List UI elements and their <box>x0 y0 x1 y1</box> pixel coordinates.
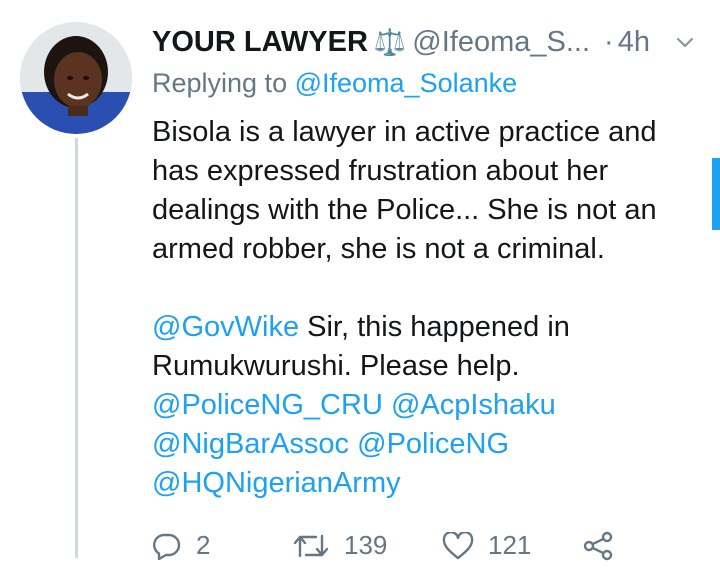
tweet-text-line: dealings with the Police... She is not a… <box>152 194 657 226</box>
chevron-down-icon[interactable] <box>674 31 696 53</box>
avatar[interactable] <box>20 22 132 134</box>
display-name[interactable]: YOUR LAWYER <box>152 26 368 59</box>
balance-scale-icon: ⚖️ <box>373 26 407 57</box>
heart-icon <box>442 531 474 560</box>
mention-link[interactable]: @GovWike <box>152 311 299 343</box>
replying-to-label: Replying to <box>152 68 288 98</box>
tweet-text-line: @PoliceNG_CRU @AcpIshaku <box>152 386 704 425</box>
tweet-actions: 2 139 121 <box>152 530 614 561</box>
mention-link[interactable]: @NigBarAssoc <box>152 428 349 460</box>
tweet-content: YOUR LAWYER ⚖️ @Ifeoma_S... · 4h Replyin… <box>152 22 704 503</box>
like-button[interactable]: 121 <box>442 530 582 561</box>
tweet-text-line: @NigBarAssoc @PoliceNG <box>152 425 704 464</box>
tweet-text-segment: Sir, this happened in <box>299 311 570 343</box>
tweet-text-line: Rumukwurushi. Please help. <box>152 350 520 382</box>
retweet-icon <box>292 532 330 560</box>
user-handle[interactable]: @Ifeoma_S... <box>412 26 590 59</box>
timestamp[interactable]: 4h <box>618 26 650 59</box>
separator-dot: · <box>604 25 614 58</box>
reply-button[interactable]: 2 <box>152 530 292 561</box>
replying-to: Replying to @Ifeoma_Solanke <box>152 68 704 99</box>
mention-link[interactable]: @PoliceNG <box>357 428 509 460</box>
mention-link[interactable]: @AcpIshaku <box>391 389 556 421</box>
replying-to-handle[interactable]: @Ifeoma_Solanke <box>295 68 518 98</box>
like-count: 121 <box>488 530 532 560</box>
tweet-text-line: Bisola is a lawyer in active practice an… <box>152 116 657 148</box>
share-icon <box>582 531 614 561</box>
mention-link[interactable]: @HQNigerianArmy <box>152 467 401 499</box>
tweet-header: YOUR LAWYER ⚖️ @Ifeoma_S... · 4h <box>152 22 704 62</box>
tweet-text-line: @HQNigerianArmy <box>152 464 704 503</box>
scrollbar-indicator[interactable] <box>712 158 720 230</box>
tweet-text: Bisola is a lawyer in active practice an… <box>152 113 704 503</box>
reply-icon <box>152 532 182 560</box>
retweet-count: 139 <box>344 530 388 560</box>
tweet-text-line: has expressed frustration about her <box>152 155 609 187</box>
mention-link[interactable]: @PoliceNG_CRU <box>152 389 383 421</box>
retweet-button[interactable]: 139 <box>292 530 442 561</box>
reply-count: 2 <box>196 530 211 560</box>
tweet-text-line: armed robber, she is not a criminal. <box>152 233 605 265</box>
share-button[interactable] <box>582 531 614 561</box>
thread-line <box>75 138 78 558</box>
tweet-text-line: @GovWike Sir, this happened in <box>152 308 704 347</box>
avatar-image <box>20 22 132 134</box>
